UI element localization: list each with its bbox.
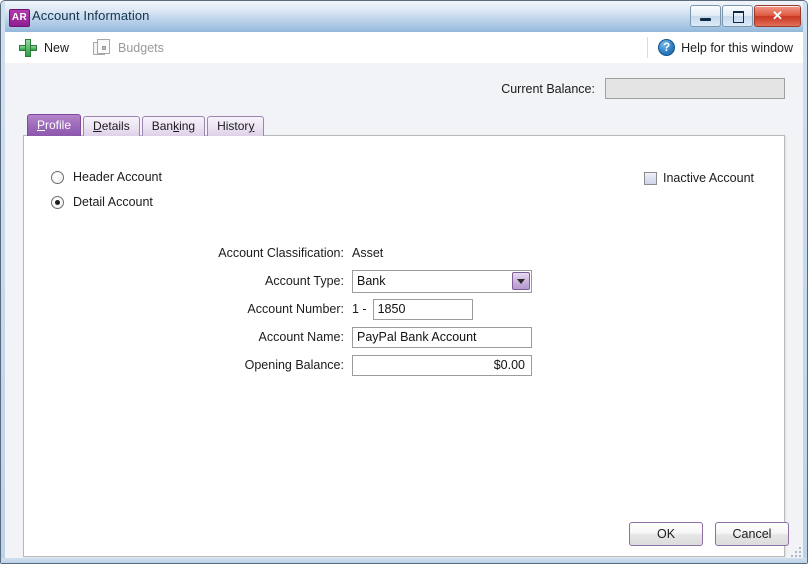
dialog-buttons: OK Cancel <box>629 522 789 546</box>
app-icon: AR <box>9 9 30 27</box>
account-type-value[interactable]: Bank <box>352 269 532 293</box>
budgets-button[interactable]: Budgets <box>85 34 174 62</box>
window-frame-bottom <box>1 558 807 563</box>
close-icon: ✕ <box>772 8 783 23</box>
new-button-label: New <box>44 40 70 55</box>
new-button[interactable]: New <box>11 34 79 62</box>
window-title: Account Information <box>32 8 150 23</box>
chevron-down-icon[interactable] <box>512 271 530 290</box>
cancel-button[interactable]: Cancel <box>715 522 789 546</box>
tab-details[interactable]: Details <box>83 116 140 136</box>
minimize-icon <box>700 18 711 21</box>
profile-tab-panel: Header Account Detail Account Inactive A… <box>23 135 785 557</box>
toolbar: New Budgets ? Help for this window <box>5 32 803 64</box>
inactive-account-label: Inactive Account <box>662 171 754 185</box>
detail-account-radio-row[interactable]: Detail Account <box>51 195 153 209</box>
help-link-label: Help for this window <box>681 40 793 55</box>
help-link[interactable]: ? Help for this window <box>647 37 793 58</box>
tab-strip: Profile Details Banking History <box>27 114 266 136</box>
close-button[interactable]: ✕ <box>754 5 801 27</box>
account-number-row: Account Number: 1 - 1850 <box>24 295 784 323</box>
opening-balance-label: Opening Balance: <box>244 358 344 372</box>
current-balance-field <box>605 78 785 99</box>
header-account-radio-row[interactable]: Header Account <box>51 170 162 184</box>
help-icon: ? <box>658 39 676 56</box>
account-type-label: Account Type: <box>265 274 344 288</box>
detail-account-label: Detail Account <box>73 195 153 209</box>
maximize-icon <box>733 11 744 23</box>
account-classification-value: Asset <box>352 246 384 260</box>
ok-button[interactable]: OK <box>629 522 703 546</box>
header-account-label: Header Account <box>73 170 162 184</box>
opening-balance-row: Opening Balance: $0.00 <box>24 351 784 379</box>
inactive-account-checkbox[interactable] <box>643 171 657 185</box>
plus-icon <box>19 38 37 57</box>
account-number-label: Account Number: <box>247 302 344 316</box>
window-body: Current Balance: Profile Details Banking… <box>5 63 803 558</box>
account-classification-label: Account Classification: <box>218 246 344 260</box>
account-type-select[interactable]: Bank <box>352 269 532 293</box>
window-frame-left <box>1 1 5 563</box>
inactive-account-row[interactable]: Inactive Account <box>643 171 754 185</box>
resize-grip[interactable] <box>791 547 803 559</box>
account-name-row: Account Name: PayPal Bank Account <box>24 323 784 351</box>
profile-form: Account Classification: Asset Account Ty… <box>24 239 784 379</box>
current-balance-row: Current Balance: <box>501 78 785 99</box>
maximize-button[interactable] <box>722 5 753 27</box>
tab-banking[interactable]: Banking <box>141 116 206 136</box>
account-type-row: Account Type: Bank <box>24 267 784 295</box>
budgets-button-label: Budgets <box>118 40 164 55</box>
account-number-input[interactable]: 1850 <box>372 298 473 320</box>
window-controls: ✕ <box>690 5 801 27</box>
account-classification-row: Account Classification: Asset <box>24 239 784 267</box>
header-account-radio[interactable] <box>51 170 64 184</box>
minimize-button[interactable] <box>690 5 721 27</box>
account-name-label: Account Name: <box>258 330 344 344</box>
window-frame-right <box>803 1 807 563</box>
opening-balance-input[interactable]: $0.00 <box>352 354 532 376</box>
detail-account-radio[interactable] <box>51 195 64 209</box>
account-information-window: AR Account Information ✕ New Budgets ? H… <box>0 0 808 564</box>
title-bar[interactable]: AR Account Information ✕ <box>1 1 807 33</box>
account-name-input[interactable]: PayPal Bank Account <box>352 326 532 348</box>
tab-profile[interactable]: Profile <box>27 114 82 136</box>
account-number-prefix: 1 - <box>352 302 367 316</box>
current-balance-label: Current Balance: <box>501 81 595 96</box>
budgets-icon <box>93 39 111 56</box>
tab-history[interactable]: History <box>207 116 265 136</box>
